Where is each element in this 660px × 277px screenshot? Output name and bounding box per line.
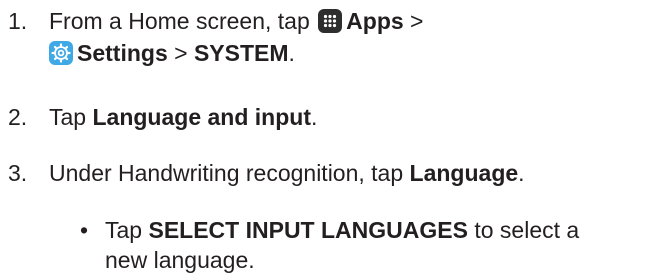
bullet-line-2: new language. (105, 247, 255, 273)
apps-grid-icon (318, 9, 343, 33)
select-input-languages-label: SELECT INPUT LANGUAGES (148, 217, 468, 243)
period: . (310, 104, 318, 130)
separator: > (174, 40, 188, 66)
settings-label: Settings (77, 40, 168, 66)
language-and-input-label: Language and input (92, 104, 311, 130)
settings-gear-icon (49, 41, 73, 65)
system-label: SYSTEM (193, 40, 289, 66)
step-number: 1. (8, 8, 28, 34)
period: . (518, 160, 525, 186)
bullet-text: Tap (105, 217, 143, 243)
step-number: 3. (8, 160, 28, 186)
period: . (288, 40, 295, 66)
apps-label: Apps (346, 8, 404, 34)
step-1-line-1: From a Home screen, tap Apps > (49, 6, 423, 36)
step-1-line-2: Settings > SYSTEM. (49, 38, 295, 68)
step-number: 2. (8, 104, 28, 130)
step-text: From a Home screen, tap (49, 8, 310, 34)
bullet-dot-icon: • (80, 217, 89, 243)
bullet-line-1: Tap SELECT INPUT LANGUAGES to select a (105, 215, 579, 245)
instructions-document: 1. From a Home screen, tap Apps > Settin… (0, 0, 660, 277)
step-text: Under Handwriting recognition, tap (49, 160, 404, 186)
step-3-text: Under Handwriting recognition, tap Langu… (49, 158, 525, 188)
step-text: Tap (49, 104, 87, 130)
bullet-text: to select a (474, 217, 580, 243)
separator: > (410, 8, 424, 34)
language-label: Language (409, 160, 519, 186)
step-2-text: Tap Language and input. (49, 102, 317, 132)
